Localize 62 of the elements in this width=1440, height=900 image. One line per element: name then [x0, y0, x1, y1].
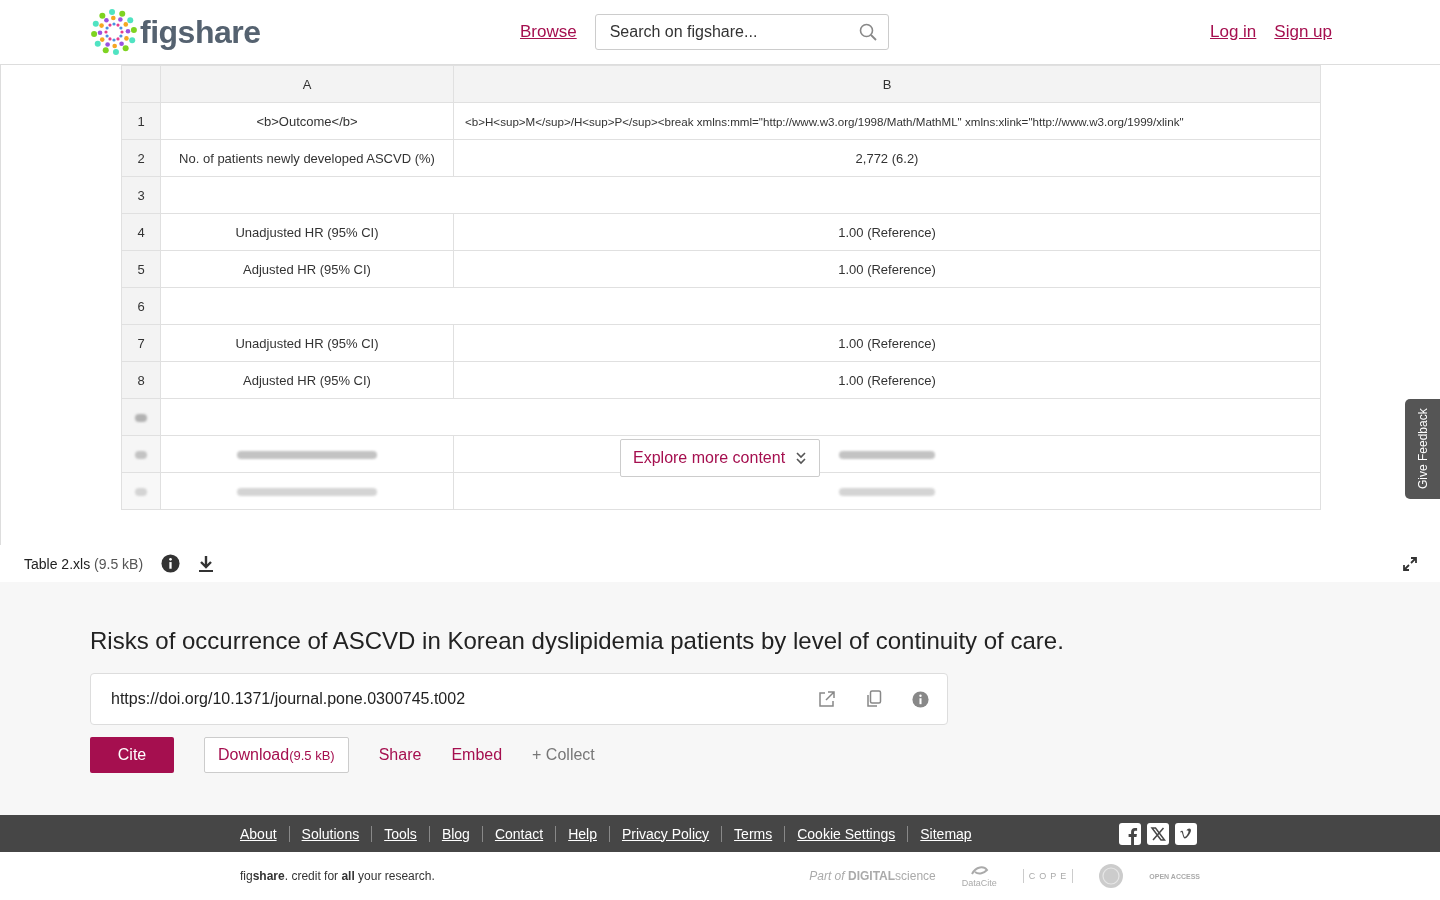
table-cell: <b>H<sup>M</sup>/H<sup>P</sup><break xmlns:mml="http://www.w3.org/1998/Math/MathML" xmlns:xlink="http://www.w3.org/1999/xlink": [465, 114, 1184, 128]
table-cell: 1.00 (Reference): [838, 224, 936, 240]
copy-icon[interactable]: [866, 690, 882, 708]
row-number: 3: [137, 187, 145, 203]
browse-link[interactable]: Browse: [520, 22, 577, 42]
footer-link[interactable]: Blog: [441, 825, 470, 842]
footer-link[interactable]: Contact: [494, 825, 544, 842]
info-icon[interactable]: [161, 554, 181, 573]
column-header: A: [302, 76, 312, 92]
file-name: Table 2.xls (9.5 kB): [24, 555, 144, 572]
footer-link[interactable]: About: [240, 825, 277, 842]
explore-more-button[interactable]: Explore more content: [620, 439, 821, 477]
blurred-text: [135, 414, 147, 423]
login-link[interactable]: Log in: [1210, 22, 1257, 42]
logo-icon: [90, 8, 138, 56]
row-number: 7: [137, 335, 145, 351]
row-number: 6: [137, 298, 145, 314]
table-cell: Adjusted HR (95% CI): [243, 372, 371, 388]
footer-link[interactable]: Terms: [734, 825, 773, 842]
vimeo-icon[interactable]: [1175, 822, 1197, 845]
external-link-icon[interactable]: [818, 690, 836, 708]
table-cell: 1.00 (Reference): [838, 372, 936, 388]
search-icon[interactable]: [858, 23, 877, 41]
feedback-tab[interactable]: Give Feedback: [1405, 399, 1440, 499]
blurred-text: [135, 451, 147, 460]
search-field[interactable]: Search on figshare...: [594, 14, 889, 50]
download-button[interactable]: Download(9.5 kB): [204, 737, 349, 773]
table-cell: Adjusted HR (95% CI): [243, 261, 371, 277]
row-number: 8: [137, 372, 145, 388]
table-cell: 1.00 (Reference): [838, 261, 936, 277]
cite-button[interactable]: Cite: [90, 737, 174, 773]
x-icon[interactable]: [1147, 822, 1169, 845]
table-cell: No. of patients newly developed ASCVD (%): [179, 150, 435, 166]
table-cell: 2,772 (6.2): [855, 150, 919, 166]
footer-link[interactable]: Privacy Policy: [621, 825, 710, 842]
footer-link[interactable]: Cookie Settings: [797, 825, 896, 842]
column-header: B: [882, 76, 892, 92]
action-link[interactable]: Embed: [451, 737, 503, 773]
signup-link[interactable]: Sign up: [1274, 22, 1332, 42]
row-number: 2: [137, 150, 145, 166]
doi-link[interactable]: https://doi.org/10.1371/journal.pone.0300745.t002: [111, 690, 466, 708]
blurred-text: [135, 488, 147, 497]
download-icon[interactable]: [198, 554, 215, 573]
tagline: figshare. credit for all your research.: [240, 869, 436, 883]
table-cell: 1.00 (Reference): [838, 335, 936, 351]
collect-button[interactable]: + Collect: [532, 737, 595, 773]
footer-link[interactable]: Tools: [384, 825, 417, 842]
row-number: 5: [137, 261, 145, 277]
footer-link[interactable]: Solutions: [301, 825, 360, 842]
row-number: 1: [137, 113, 145, 129]
footer-link[interactable]: Help: [568, 825, 597, 842]
row-number: 4: [137, 224, 145, 240]
action-link[interactable]: Share: [378, 737, 422, 773]
logo-text[interactable]: figshare: [140, 13, 261, 51]
item-title: Risks of occurrence of ASCVD in Korean dyslipidemia patients by level of continuity of care.: [90, 627, 1065, 655]
table-cell: Unadjusted HR (95% CI): [235, 335, 379, 351]
table-cell: <b>Outcome</b>: [256, 113, 358, 129]
facebook-icon[interactable]: [1119, 822, 1141, 845]
double-chevron-icon: [795, 451, 808, 465]
expand-icon[interactable]: [1402, 555, 1418, 572]
footer-link[interactable]: Sitemap: [920, 825, 972, 842]
table-cell: Unadjusted HR (95% CI): [235, 224, 379, 240]
